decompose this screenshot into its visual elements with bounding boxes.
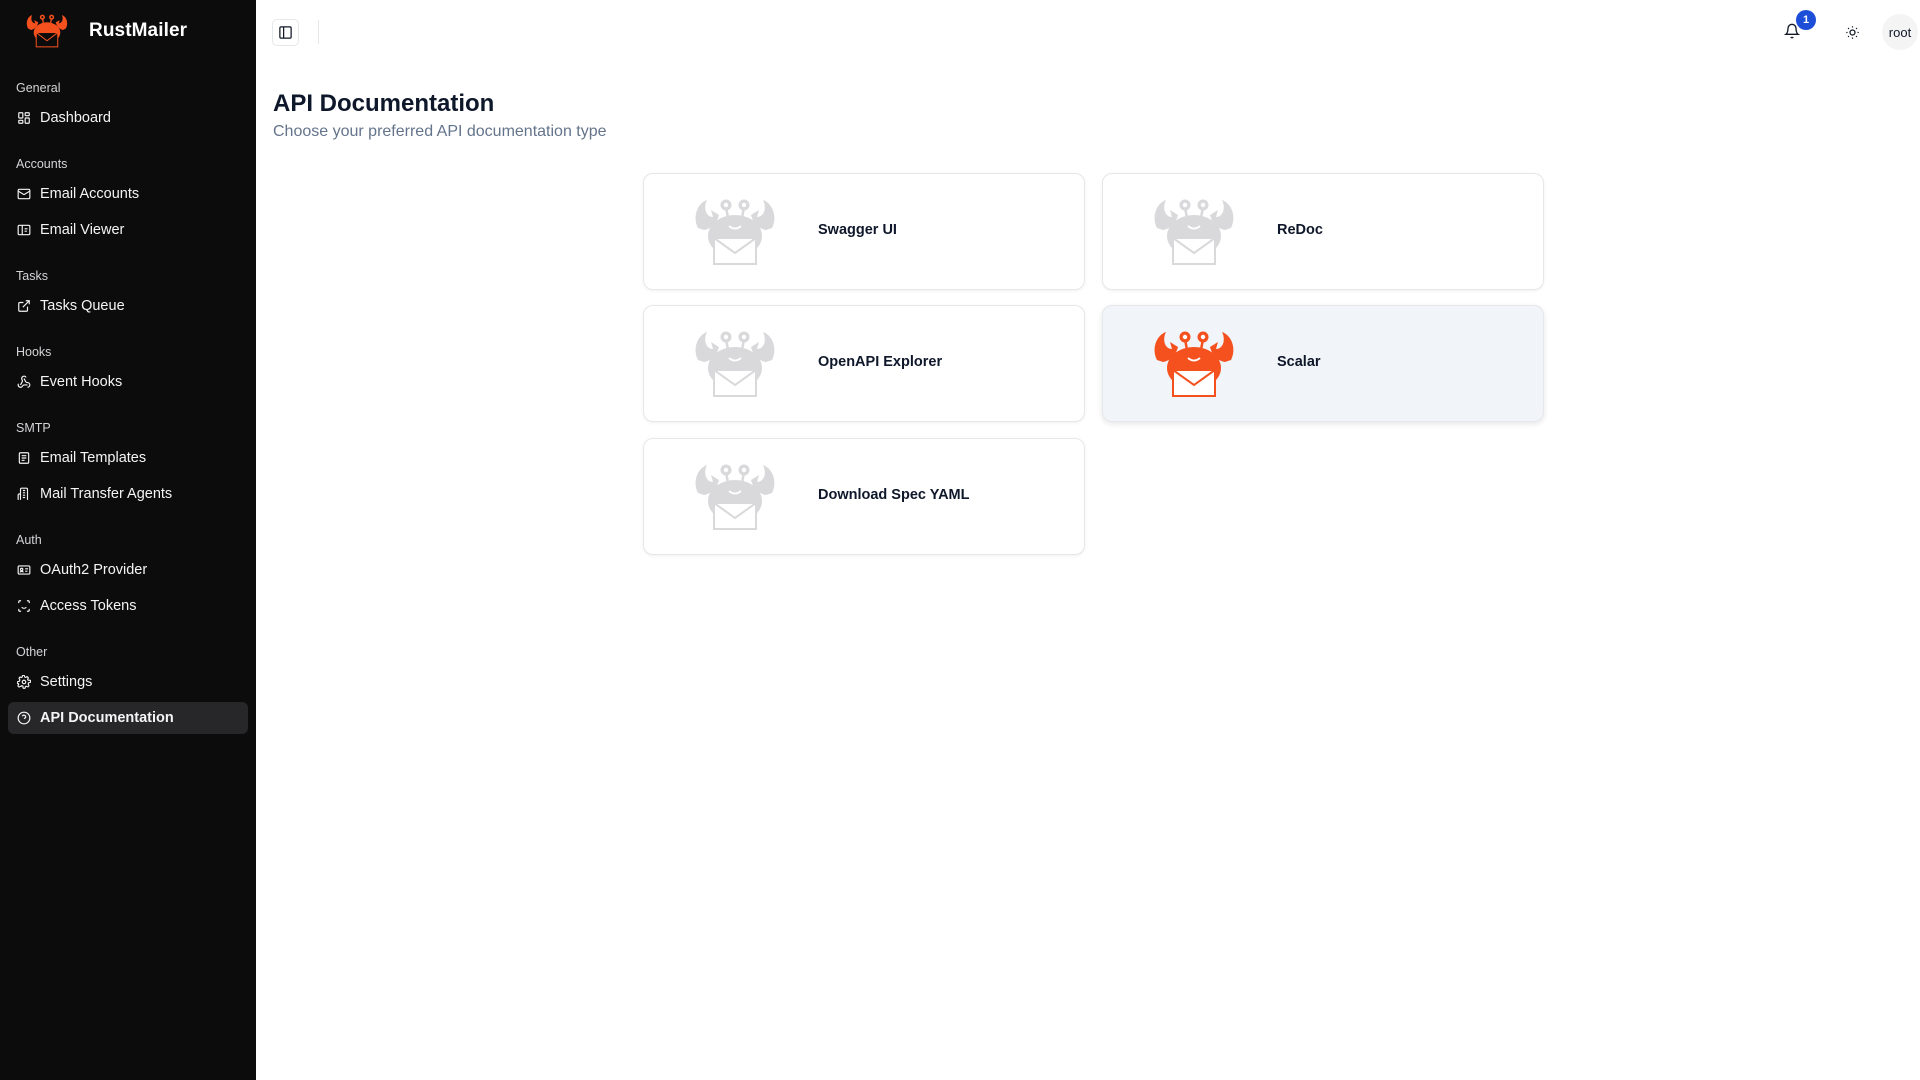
sidebar-item-oauth2-provider[interactable]: OAuth2 Provider: [8, 554, 248, 586]
crab-logo-icon: [1151, 328, 1237, 398]
template-icon: [18, 452, 30, 464]
doc-option-label: Download Spec YAML: [818, 487, 970, 503]
sidebar-item-tasks-queue[interactable]: Tasks Queue: [8, 290, 248, 322]
brand[interactable]: RustMailer: [25, 13, 187, 49]
sidebar-item-event-hooks[interactable]: Event Hooks: [8, 366, 248, 398]
group-label-auth: Auth: [16, 533, 42, 547]
page-title: API Documentation: [273, 90, 495, 117]
group-label-tasks: Tasks: [16, 269, 48, 283]
group-label-accounts: Accounts: [16, 157, 68, 171]
sidebar-nav: General Dashboard Accounts Email Account…: [8, 78, 248, 738]
sidebar-item-api-documentation[interactable]: API Documentation: [8, 702, 248, 734]
group-label-general: General: [16, 81, 61, 95]
sun-icon: [1845, 25, 1859, 39]
sidebar: RustMailer General Dashboard Accounts Em…: [0, 0, 256, 1080]
sidebar-item-settings[interactable]: Settings: [8, 666, 248, 698]
dashboard-icon: [18, 112, 30, 124]
doc-option-label: Scalar: [1277, 354, 1321, 370]
sidebar-item-email-accounts[interactable]: Email Accounts: [8, 178, 248, 210]
top-header: 1 root: [256, 0, 1920, 64]
sidebar-item-label: Event Hooks: [40, 374, 123, 390]
theme-toggle-button[interactable]: [1839, 19, 1865, 45]
doc-option-openapi-explorer[interactable]: OpenAPI Explorer: [643, 305, 1085, 422]
header-divider: [318, 20, 319, 44]
sidebar-toggle-button[interactable]: [272, 19, 299, 46]
rustmailer-logo-icon: [26, 14, 68, 48]
notification-badge: 1: [1796, 10, 1816, 30]
webhook-icon: [17, 375, 31, 388]
doc-option-scalar[interactable]: Scalar: [1102, 305, 1544, 422]
id-card-icon: [17, 565, 31, 575]
group-label-hooks: Hooks: [16, 345, 52, 359]
crab-logo-icon: [1151, 196, 1237, 266]
page-subtitle: Choose your preferred API documentation …: [273, 123, 607, 140]
doc-option-label: Swagger UI: [818, 222, 897, 238]
sidebar-item-access-tokens[interactable]: Access Tokens: [8, 590, 248, 622]
user-avatar[interactable]: root: [1882, 14, 1918, 50]
group-label-smtp: SMTP: [16, 421, 51, 435]
sidebar-item-label: OAuth2 Provider: [40, 562, 148, 578]
app-name: RustMailer: [89, 20, 188, 41]
help-circle-icon: [17, 711, 31, 725]
scan-face-icon: [18, 600, 30, 612]
doc-option-redoc[interactable]: ReDoc: [1102, 173, 1544, 290]
mail-icon: [17, 188, 31, 200]
sidebar-item-label: Email Viewer: [40, 222, 125, 238]
panel-left-icon: [279, 26, 292, 39]
sidebar-item-label: Mail Transfer Agents: [40, 486, 173, 502]
external-link-icon: [18, 300, 30, 312]
doc-option-swagger-ui[interactable]: Swagger UI: [643, 173, 1085, 290]
sidebar-item-label: Tasks Queue: [40, 298, 125, 314]
sidebar-item-email-viewer[interactable]: Email Viewer: [8, 214, 248, 246]
crab-logo-icon: [692, 461, 778, 531]
sidebar-item-label: Access Tokens: [40, 598, 137, 614]
building-icon: [17, 487, 29, 500]
gear-icon: [17, 675, 31, 689]
crab-logo-icon: [692, 196, 778, 266]
sidebar-item-mail-transfer-agents[interactable]: Mail Transfer Agents: [8, 478, 248, 510]
sidebar-item-dashboard[interactable]: Dashboard: [8, 102, 248, 134]
crab-logo-icon: [692, 328, 778, 398]
doc-option-label: ReDoc: [1277, 222, 1323, 238]
sidebar-item-label: Email Templates: [40, 450, 147, 466]
sidebar-item-email-templates[interactable]: Email Templates: [8, 442, 248, 474]
viewer-icon: [17, 224, 31, 236]
sidebar-item-label: API Documentation: [40, 710, 174, 726]
sidebar-item-label: Email Accounts: [40, 186, 140, 202]
doc-option-download-spec-yaml[interactable]: Download Spec YAML: [643, 438, 1085, 555]
sidebar-item-label: Dashboard: [40, 110, 111, 126]
sidebar-item-label: Settings: [40, 674, 93, 690]
group-label-other: Other: [16, 645, 48, 659]
doc-option-label: OpenAPI Explorer: [818, 354, 943, 370]
